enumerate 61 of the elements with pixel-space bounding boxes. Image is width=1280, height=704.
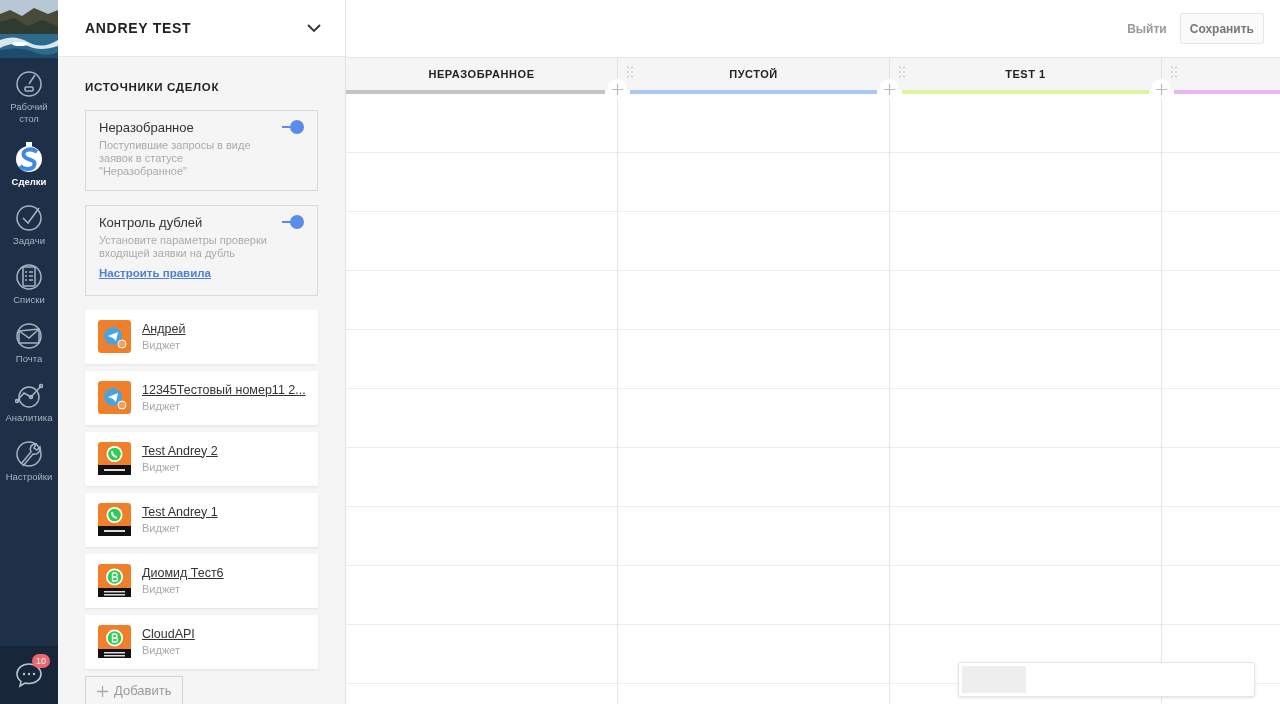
b-bubble-icon (98, 625, 131, 658)
rules-link[interactable]: Настроить правила (99, 265, 211, 283)
widget-subtitle: Виджет (142, 520, 181, 536)
envelope-icon (15, 322, 43, 350)
widget-card[interactable]: 12345Тестовый номер11 2... Виджет (85, 370, 318, 425)
b-bubble-icon (98, 564, 131, 597)
widget-name[interactable]: CloudAPI (142, 625, 195, 643)
plus-icon (97, 685, 108, 697)
nav-item[interactable]: Почта (0, 310, 58, 369)
phone-bubble-icon (98, 442, 131, 475)
nav-item[interactable]: Настройки (0, 428, 58, 487)
widget-subtitle: Виджет (142, 337, 181, 353)
widget-name[interactable]: Диомид Тест6 (142, 564, 224, 582)
paper-plane-icon (98, 320, 131, 353)
toggle-switch[interactable] (282, 120, 304, 135)
nav-item[interactable]: Задачи (0, 192, 58, 251)
widget-name[interactable]: 12345Тестовый номер11 2... (142, 381, 306, 399)
widget-card[interactable]: Test Andrey 2 Виджет (85, 431, 318, 486)
widget-subtitle: Виджет (142, 642, 181, 658)
widget-name[interactable]: Test Andrey 2 (142, 442, 218, 460)
notification-badge: 10 (32, 654, 50, 668)
source-title: Неразобранное (99, 119, 194, 138)
widget-subtitle: Виджет (142, 581, 181, 597)
source-description: Установите параметры проверки входящей заявки на дубль (99, 234, 268, 261)
nav-item[interactable]: Аналитика (0, 369, 58, 428)
column-title: НЕРАЗОБРАННОЕ (428, 66, 535, 82)
chevron-down-icon[interactable] (307, 23, 321, 33)
plus-icon (611, 83, 623, 95)
chart-line-icon (15, 381, 43, 409)
plus-icon (883, 83, 895, 95)
phone-bubble-icon (98, 503, 131, 536)
widget-card[interactable]: Test Andrey 1 Виджет (85, 492, 318, 547)
column-title: ПУСТОЙ (729, 66, 778, 82)
widget-subtitle: Виджет (142, 398, 181, 414)
checklist-icon (15, 263, 43, 291)
widget-card[interactable]: CloudAPI Виджет (85, 614, 318, 669)
drag-handle-icon[interactable] (899, 66, 905, 78)
chat-icon[interactable] (15, 662, 43, 688)
widget-name[interactable]: Test Andrey 1 (142, 503, 218, 521)
save-button[interactable]: Сохранить (1179, 13, 1264, 44)
source-title: Контроль дублей (99, 214, 203, 233)
widget-card[interactable]: Андрей Виджет (85, 309, 318, 364)
nav-item[interactable]: Сделки (0, 129, 58, 192)
pipeline-title: ANDREY TEST (85, 18, 192, 38)
nav-item[interactable]: Списки (0, 251, 58, 310)
paper-plane-icon (98, 381, 131, 414)
dollar-icon (15, 141, 43, 173)
speedometer-icon (15, 70, 43, 98)
nav-item[interactable]: Рабочий стол (0, 58, 58, 129)
toggle-switch[interactable] (282, 215, 304, 230)
drag-handle-icon[interactable] (1171, 66, 1177, 78)
wrench-icon (15, 440, 43, 468)
checkmark-icon (15, 204, 43, 232)
widget-subtitle: Виджет (142, 459, 181, 475)
widget-card[interactable]: Диомид Тест6 Виджет (85, 553, 318, 608)
widget-name[interactable]: Андрей (142, 320, 186, 338)
drag-handle-icon[interactable] (627, 66, 633, 78)
column-title: TEST 1 (1005, 66, 1046, 82)
section-title: ИСТОЧНИКИ СДЕЛОК (85, 80, 221, 95)
source-description: Поступившие запросы в виде заявок в статусе "Неразобранное" (99, 139, 252, 179)
plus-icon (1155, 83, 1167, 95)
